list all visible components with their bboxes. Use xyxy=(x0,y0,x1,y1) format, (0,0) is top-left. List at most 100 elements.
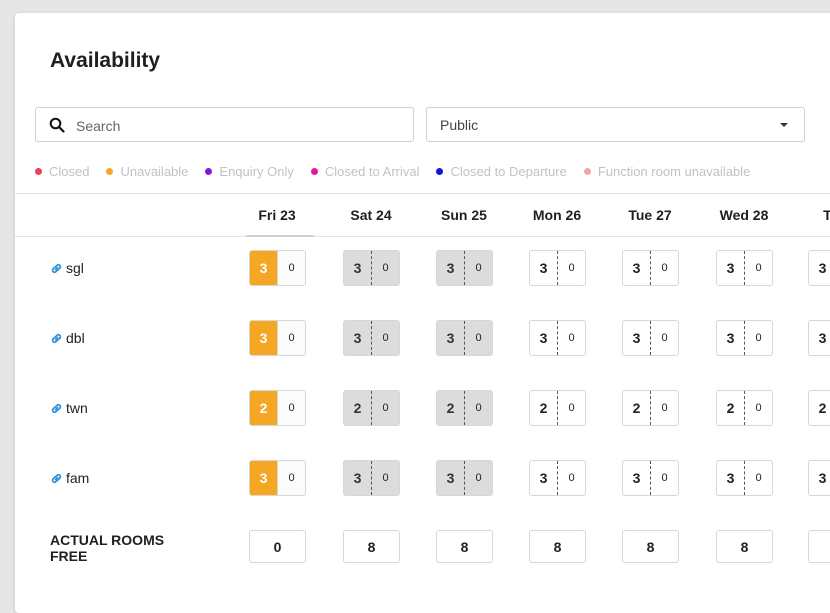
rate-select[interactable]: Public xyxy=(426,107,805,142)
booked-count[interactable]: 0 xyxy=(650,321,678,355)
available-count[interactable]: 2 xyxy=(250,391,277,425)
booked-count[interactable]: 0 xyxy=(557,251,585,285)
booked-count[interactable]: 0 xyxy=(650,391,678,425)
day-header[interactable]: Tue 27 xyxy=(620,207,680,223)
booked-count[interactable]: 0 xyxy=(464,391,492,425)
room-type-twn[interactable]: twn xyxy=(50,400,88,416)
available-count[interactable]: 3 xyxy=(809,321,830,355)
booked-count[interactable]: 0 xyxy=(371,391,399,425)
booked-count[interactable]: 0 xyxy=(371,321,399,355)
availability-cell[interactable]: 30 xyxy=(343,250,400,286)
booked-count[interactable]: 0 xyxy=(557,391,585,425)
available-count[interactable]: 3 xyxy=(530,251,557,285)
day-header[interactable]: Sun 25 xyxy=(434,207,494,223)
booked-count[interactable]: 0 xyxy=(744,321,772,355)
legend-label: Enquiry Only xyxy=(219,163,294,179)
availability-cell[interactable]: 20 xyxy=(249,390,306,426)
availability-cell[interactable]: 20 xyxy=(529,390,586,426)
availability-cell[interactable]: 3 xyxy=(808,250,830,286)
availability-cell[interactable]: 30 xyxy=(622,250,679,286)
availability-cell[interactable]: 20 xyxy=(343,390,400,426)
availability-cell[interactable]: 30 xyxy=(622,320,679,356)
booked-count[interactable]: 0 xyxy=(650,251,678,285)
room-type-sgl[interactable]: sgl xyxy=(50,260,84,276)
booked-count[interactable]: 0 xyxy=(277,461,305,495)
room-type-dbl[interactable]: dbl xyxy=(50,330,85,346)
available-count[interactable]: 3 xyxy=(250,321,277,355)
availability-cell[interactable]: 30 xyxy=(529,460,586,496)
availability-cell[interactable]: 30 xyxy=(622,460,679,496)
booked-count[interactable]: 0 xyxy=(464,321,492,355)
booked-count[interactable]: 0 xyxy=(277,251,305,285)
search-box[interactable] xyxy=(35,107,414,143)
available-count[interactable]: 3 xyxy=(717,251,744,285)
day-header[interactable]: Wed 28 xyxy=(714,207,774,223)
available-count[interactable]: 3 xyxy=(623,321,650,355)
availability-cell[interactable]: 30 xyxy=(343,320,400,356)
day-header[interactable]: Mon 26 xyxy=(527,207,587,223)
available-count[interactable]: 3 xyxy=(623,461,650,495)
booked-count[interactable]: 0 xyxy=(744,461,772,495)
legend-dot-icon xyxy=(436,167,444,175)
available-count[interactable]: 3 xyxy=(530,461,557,495)
available-count[interactable]: 2 xyxy=(437,391,464,425)
availability-cell[interactable]: 3 xyxy=(808,320,830,356)
availability-cell[interactable]: 30 xyxy=(436,460,493,496)
available-count[interactable]: 2 xyxy=(530,391,557,425)
booked-count[interactable]: 0 xyxy=(650,461,678,495)
available-count[interactable]: 3 xyxy=(530,321,557,355)
available-count[interactable]: 3 xyxy=(717,321,744,355)
availability-cell[interactable]: 30 xyxy=(436,320,493,356)
availability-cell[interactable]: 30 xyxy=(249,460,306,496)
available-count[interactable]: 3 xyxy=(344,321,371,355)
availability-cell[interactable]: 30 xyxy=(343,460,400,496)
availability-cell[interactable]: 30 xyxy=(436,250,493,286)
room-type-fam[interactable]: fam xyxy=(50,470,89,486)
rooms-free-cell: 8 xyxy=(529,530,586,563)
booked-count[interactable]: 0 xyxy=(744,251,772,285)
search-input[interactable] xyxy=(74,108,408,143)
divider xyxy=(15,193,830,194)
booked-count[interactable]: 0 xyxy=(371,461,399,495)
available-count[interactable]: 3 xyxy=(437,461,464,495)
availability-cell[interactable]: 20 xyxy=(436,390,493,426)
booked-count[interactable]: 0 xyxy=(464,251,492,285)
availability-cell[interactable]: 30 xyxy=(529,320,586,356)
chevron-down-icon xyxy=(780,123,788,127)
booked-count[interactable]: 0 xyxy=(277,391,305,425)
availability-cell[interactable]: 2 xyxy=(808,390,830,426)
available-count[interactable]: 3 xyxy=(809,461,830,495)
day-header[interactable]: Fri 23 xyxy=(247,207,307,223)
availability-cell[interactable]: 30 xyxy=(716,320,773,356)
availability-cell[interactable]: 30 xyxy=(249,320,306,356)
legend-label: Closed to Departure xyxy=(450,163,567,179)
availability-cell[interactable]: 30 xyxy=(716,250,773,286)
available-count[interactable]: 3 xyxy=(437,251,464,285)
available-count[interactable]: 2 xyxy=(344,391,371,425)
availability-cell[interactable]: 30 xyxy=(716,460,773,496)
available-count[interactable]: 3 xyxy=(250,251,277,285)
booked-count[interactable]: 0 xyxy=(557,461,585,495)
available-count[interactable]: 3 xyxy=(344,461,371,495)
booked-count[interactable]: 0 xyxy=(464,461,492,495)
booked-count[interactable]: 0 xyxy=(557,321,585,355)
booked-count[interactable]: 0 xyxy=(371,251,399,285)
availability-cell[interactable]: 20 xyxy=(716,390,773,426)
availability-cell[interactable]: 3 xyxy=(808,460,830,496)
availability-cell[interactable]: 20 xyxy=(622,390,679,426)
available-count[interactable]: 2 xyxy=(717,391,744,425)
available-count[interactable]: 3 xyxy=(250,461,277,495)
availability-cell[interactable]: 30 xyxy=(529,250,586,286)
available-count[interactable]: 3 xyxy=(344,251,371,285)
available-count[interactable]: 3 xyxy=(623,251,650,285)
booked-count[interactable]: 0 xyxy=(744,391,772,425)
available-count[interactable]: 2 xyxy=(809,391,830,425)
available-count[interactable]: 3 xyxy=(717,461,744,495)
available-count[interactable]: 3 xyxy=(809,251,830,285)
available-count[interactable]: 3 xyxy=(437,321,464,355)
day-header[interactable]: Sat 24 xyxy=(341,207,401,223)
day-header[interactable]: Thu xyxy=(806,207,830,223)
availability-cell[interactable]: 30 xyxy=(249,250,306,286)
available-count[interactable]: 2 xyxy=(623,391,650,425)
booked-count[interactable]: 0 xyxy=(277,321,305,355)
